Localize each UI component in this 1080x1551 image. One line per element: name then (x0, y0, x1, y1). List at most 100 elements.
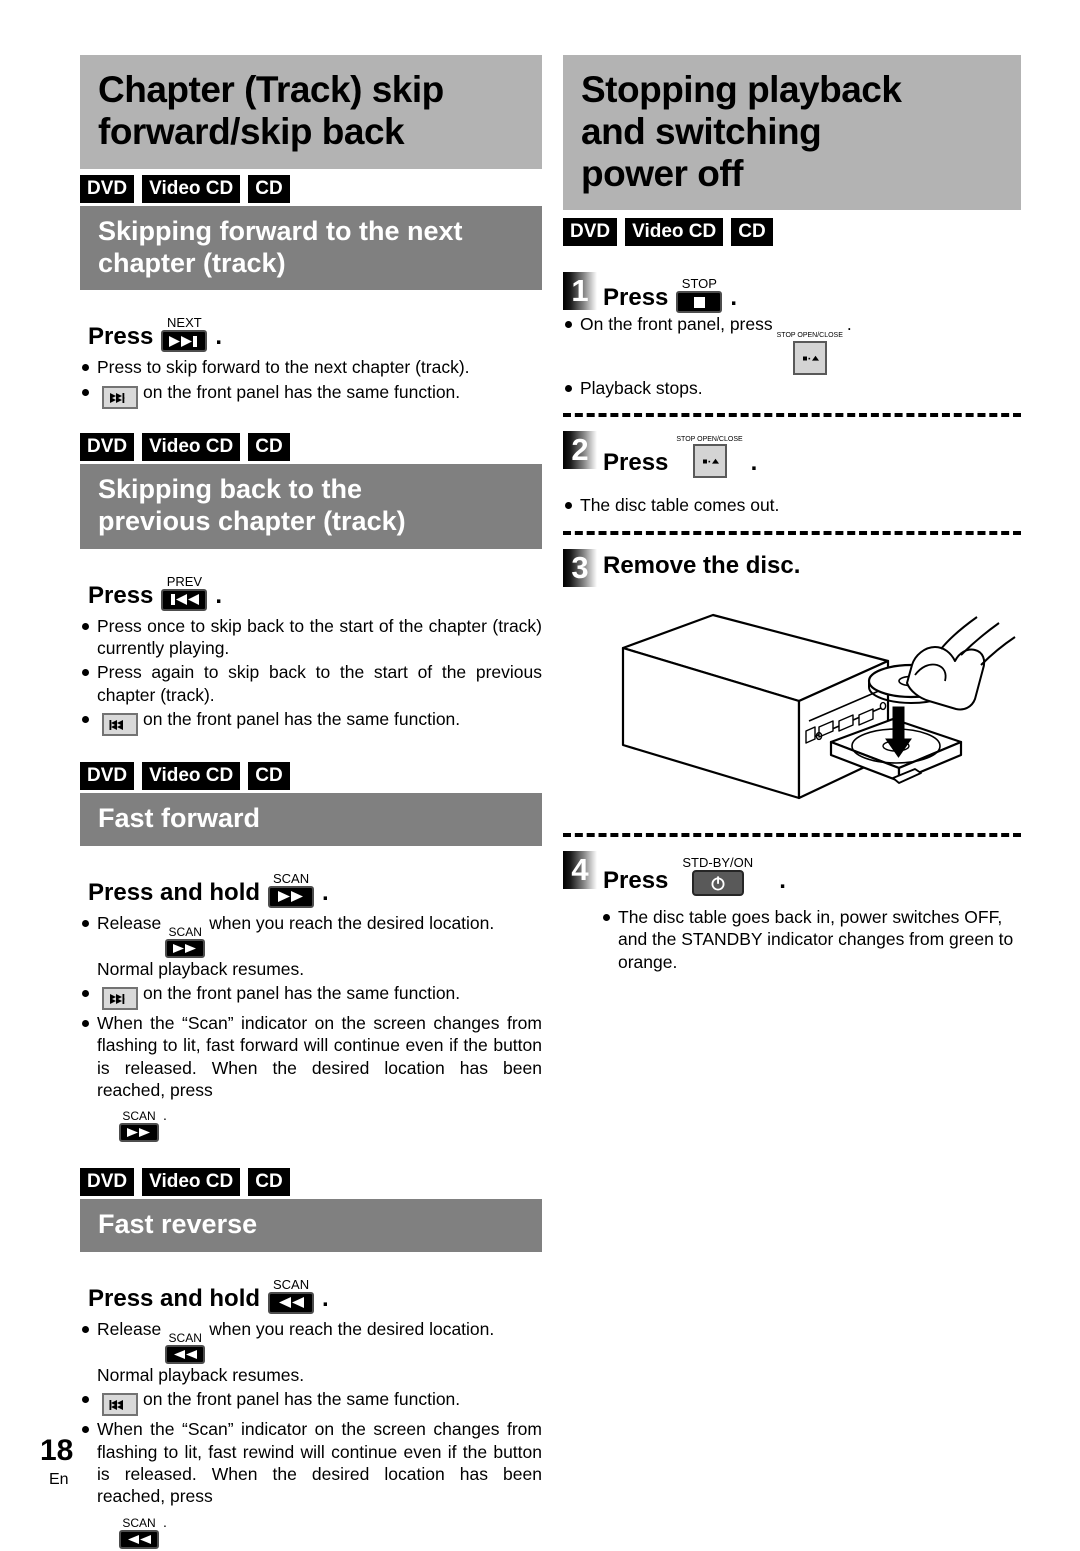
dvd-player-remove-disc-illustration (563, 603, 1021, 823)
disc-type-tags: DVD Video CD CD (80, 762, 542, 791)
bullet-text: on the front panel has the same function… (143, 381, 461, 402)
disc-type-tags: DVD Video CD CD (80, 432, 542, 461)
step-3: 3 Remove the disc. (563, 548, 1021, 587)
chapter-title-banner: Stopping playback and switching power of… (563, 55, 1021, 211)
scan-forward-key-inline[interactable]: SCAN (165, 926, 206, 958)
stop-open-close-key[interactable]: STOP OPEN/CLOSE (777, 332, 843, 375)
bullet-list-step-1: On the front panel, press STOP OPEN/CLOSE… (563, 313, 1021, 399)
panel-prev-icon[interactable] (102, 713, 138, 737)
section-heading-skip-forward: Skipping forward to the next chapter (tr… (80, 205, 542, 291)
tag-video-cd: Video CD (625, 218, 724, 247)
manual-page: Chapter (Track) skip forward/skip back D… (0, 0, 1080, 1549)
press-verb: Press and hold (88, 878, 261, 906)
left-column: Chapter (Track) skip forward/skip back D… (80, 55, 542, 1551)
scan-forward-icon[interactable] (119, 1123, 159, 1143)
panel-scan-reverse-icon[interactable] (102, 1393, 138, 1417)
chapter-title-line-1: Stopping playback (581, 69, 902, 110)
bullet-text: Press once to skip back to the start of … (97, 615, 542, 658)
instruction-press-hold-scan-forward: Press and hold SCAN . (88, 872, 542, 908)
power-key-label: STD-BY/ON (682, 854, 754, 870)
panel-scan-forward-icon[interactable] (102, 986, 138, 1010)
instruction-press-next: Press NEXT . (88, 315, 542, 353)
tag-video-cd: Video CD (142, 1168, 241, 1197)
scan-forward-icon[interactable] (268, 885, 315, 908)
bullet-list-step-2: The disc table comes out. (563, 494, 1021, 516)
scan-reverse-key[interactable]: SCAN (268, 1276, 315, 1314)
next-key[interactable]: NEXT (161, 315, 208, 353)
bullet-item: on the front panel has the same function… (80, 1388, 542, 1417)
bullet-item: on the front panel has the same function… (80, 982, 542, 1010)
scan-forward-key[interactable]: SCAN (268, 872, 315, 908)
scan-forward-key-trailing[interactable]: SCAN (119, 1109, 159, 1143)
bullet-text: When the “Scan” indicator on the screen … (97, 1012, 542, 1101)
section-heading-line-1: Fast forward (98, 803, 261, 834)
step-verb: Press (603, 449, 669, 477)
chapter-title-line-1: Chapter (Track) skip (98, 69, 444, 110)
bullet-text: on the front panel has the same function… (143, 982, 461, 1003)
scan-reverse-icon[interactable] (165, 1344, 206, 1364)
section-heading-line-2: previous chapter (track) (98, 506, 406, 537)
step-2: 2 Press STOP OPEN/CLOSE . (563, 431, 1021, 479)
scan-reverse-key-label: SCAN (272, 1276, 310, 1292)
scan-reverse-key-trailing[interactable]: SCAN (119, 1517, 159, 1549)
scan-forward-key-label: SCAN (122, 1109, 156, 1124)
bullet-item: Release SCAN when you reach the desired lo… (80, 1318, 542, 1386)
tag-dvd: DVD (80, 762, 135, 791)
bullet-item: The disc table comes out. (563, 494, 1021, 516)
chapter-title-banner: Chapter (Track) skip forward/skip back (80, 55, 542, 169)
step-number-badge: 1 (563, 272, 597, 311)
bullet-item: Press to skip forward to the next chapte… (80, 356, 542, 378)
power-key[interactable]: STD-BY/ON (682, 856, 753, 896)
press-period: . (322, 1284, 329, 1312)
stop-key[interactable]: STOP (676, 277, 723, 314)
bullet-text: Press to skip forward to the next chapte… (97, 357, 470, 378)
bullet-list-step-4: The disc table goes back in, power switc… (601, 906, 1021, 973)
tag-cd: CD (248, 762, 290, 791)
step-number-badge: 2 (563, 431, 597, 470)
stop-icon[interactable] (676, 291, 723, 314)
step-instruction: Press STOP OPEN/CLOSE . (603, 431, 758, 479)
bullet-text: The disc table comes out. (580, 495, 780, 516)
power-icon[interactable] (691, 869, 744, 896)
scan-reverse-icon[interactable] (268, 1291, 315, 1314)
tag-cd: CD (731, 218, 773, 247)
instruction-press-hold-scan-reverse: Press and hold SCAN . (88, 1278, 542, 1314)
next-key-label: NEXT (167, 315, 202, 331)
bullet-lead: Release (97, 1318, 162, 1339)
next-track-icon[interactable] (161, 330, 208, 353)
press-period: . (215, 323, 223, 351)
page-number: 18 (40, 1434, 74, 1467)
stop-open-close-icon[interactable] (692, 444, 727, 479)
step-period: . (750, 449, 758, 477)
scan-reverse-key-label: SCAN (122, 1515, 156, 1530)
section-heading-fast-reverse: Fast reverse (80, 1199, 542, 1252)
section-heading-fast-forward: Fast forward (80, 793, 542, 846)
bullet-list-fast-reverse: Release SCAN when you reach the desired lo… (80, 1318, 542, 1549)
stop-open-close-key[interactable]: STOP OPEN/CLOSE (676, 436, 743, 479)
scan-forward-icon[interactable] (165, 938, 206, 958)
bullet-text: On the front panel, press (580, 314, 773, 335)
bullet-item: Playback stops. (563, 377, 1021, 399)
step-verb: Press (603, 284, 669, 312)
bullet-list-skip-forward: Press to skip forward to the next chapte… (80, 356, 542, 409)
section-heading-line-1: Skipping back to the (98, 473, 363, 504)
instruction-press-prev: Press PREV . (88, 575, 542, 611)
tag-video-cd: Video CD (142, 432, 241, 461)
panel-next-icon[interactable] (102, 385, 138, 409)
stop-open-close-icon[interactable] (792, 340, 827, 375)
page-folio: 18 En (40, 1436, 73, 1488)
bullet-list-skip-back: Press once to skip back to the start of … (80, 615, 542, 737)
prev-key[interactable]: PREV (161, 575, 208, 611)
scan-reverse-key-inline[interactable]: SCAN (165, 1332, 206, 1364)
trailing-period: . (846, 314, 852, 335)
prev-track-icon[interactable] (161, 588, 208, 611)
step-period: . (730, 284, 738, 312)
stop-open-close-key-label: STOP OPEN/CLOSE (676, 436, 743, 444)
trailing-period: . (163, 1513, 167, 1530)
scan-reverse-icon[interactable] (119, 1529, 159, 1549)
step-separator (563, 413, 1021, 418)
right-column: Stopping playback and switching power of… (563, 55, 1021, 975)
bullet-item: When the “Scan” indicator on the screen … (80, 1418, 542, 1549)
tag-dvd: DVD (80, 1168, 135, 1197)
bullet-text: Playback stops. (580, 377, 703, 398)
